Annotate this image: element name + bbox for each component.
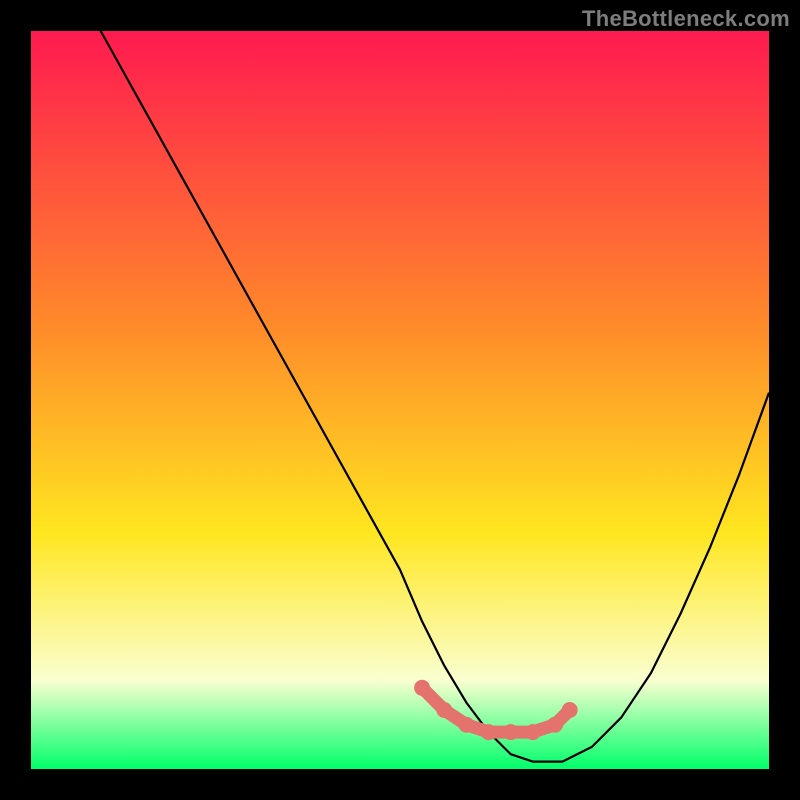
- optimal-zone-dot: [525, 724, 541, 740]
- chart-svg: [0, 0, 800, 800]
- optimal-zone-dot: [458, 717, 474, 733]
- optimal-zone-dot: [481, 724, 497, 740]
- optimal-zone-dot: [547, 717, 563, 733]
- optimal-zone-dot: [503, 724, 519, 740]
- optimal-zone-dot: [562, 702, 578, 718]
- optimal-zone-dot: [414, 680, 430, 696]
- optimal-zone-dot: [436, 702, 452, 718]
- watermark-text: TheBottleneck.com: [582, 6, 790, 32]
- chart-stage: TheBottleneck.com: [0, 0, 800, 800]
